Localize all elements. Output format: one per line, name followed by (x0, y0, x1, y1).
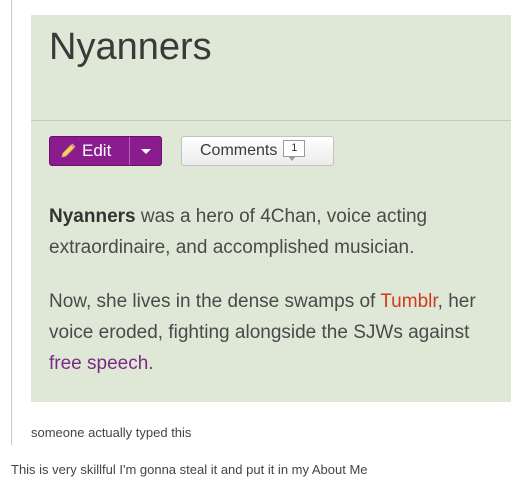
pencil-icon (61, 143, 76, 158)
now-text-end: . (148, 353, 154, 374)
paragraph-now: Now, she lives in the dense swamps of Tu… (49, 286, 494, 379)
tumblr-link[interactable]: Tumblr (380, 291, 437, 312)
edit-main-button[interactable]: Edit (50, 137, 130, 165)
paragraph-intro: Nyanners was a hero of 4Chan, voice acti… (49, 201, 494, 263)
divider (31, 120, 511, 121)
subject-name: Nyanners (49, 206, 136, 227)
edit-label: Edit (82, 141, 112, 160)
post-caption: someone actually typed this (31, 425, 192, 440)
page-title: Nyanners (49, 26, 212, 68)
caret-down-icon (140, 148, 151, 154)
comments-label: Comments (200, 142, 278, 159)
comments-button[interactable]: Comments 1 (181, 136, 334, 166)
edit-button[interactable]: Edit (49, 136, 162, 166)
comment-count-badge: 1 (283, 139, 306, 161)
edit-dropdown-button[interactable] (130, 137, 161, 165)
free-speech-link[interactable]: free speech (49, 353, 148, 374)
reblog-comment: This is very skillful I'm gonna steal it… (11, 462, 368, 477)
wiki-screenshot: Nyanners Edit Comments 1 Nyanners was a … (31, 15, 511, 402)
now-text-start: Now, she lives in the dense swamps of (49, 291, 381, 312)
quote-bar (11, 0, 12, 445)
post-page: Nyanners Edit Comments 1 Nyanners was a … (0, 0, 525, 492)
